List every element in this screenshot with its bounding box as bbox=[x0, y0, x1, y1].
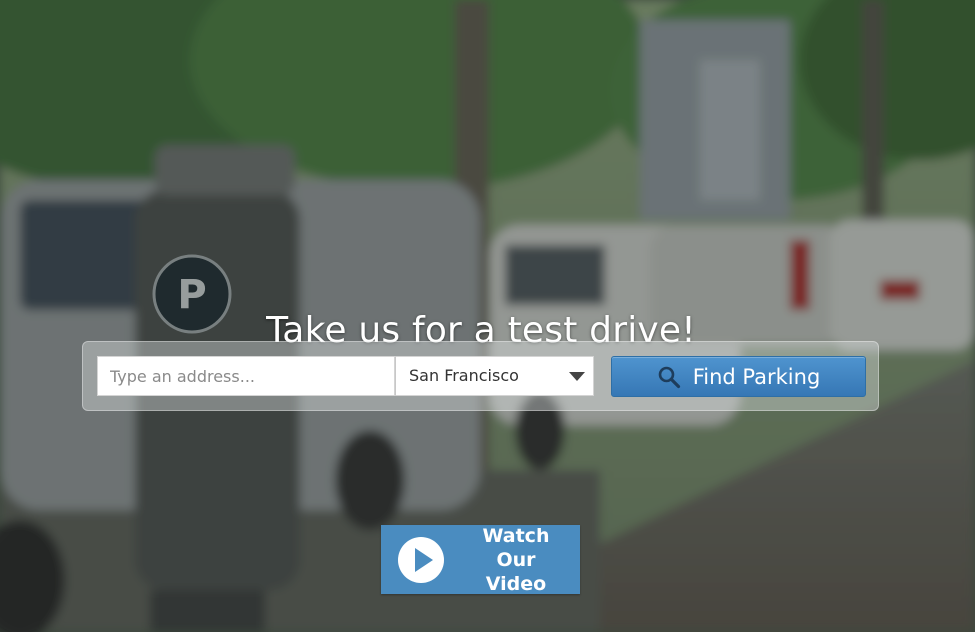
find-parking-label: Find Parking bbox=[692, 364, 821, 389]
play-icon bbox=[398, 536, 444, 583]
city-select[interactable]: San Francisco bbox=[395, 356, 594, 396]
search-panel: San Francisco Find Parking bbox=[82, 341, 879, 411]
city-select-value: San Francisco bbox=[409, 366, 519, 385]
search-icon bbox=[658, 366, 680, 388]
watch-video-line1: Watch Our bbox=[482, 524, 550, 571]
caret-down-icon bbox=[569, 372, 585, 381]
watch-video-line2: Video bbox=[485, 572, 547, 595]
watch-video-button[interactable]: Watch Our Video bbox=[381, 524, 580, 596]
find-parking-button[interactable]: Find Parking bbox=[611, 356, 866, 397]
address-input[interactable] bbox=[97, 356, 395, 396]
watch-video-label: Watch Our Video bbox=[461, 524, 571, 596]
